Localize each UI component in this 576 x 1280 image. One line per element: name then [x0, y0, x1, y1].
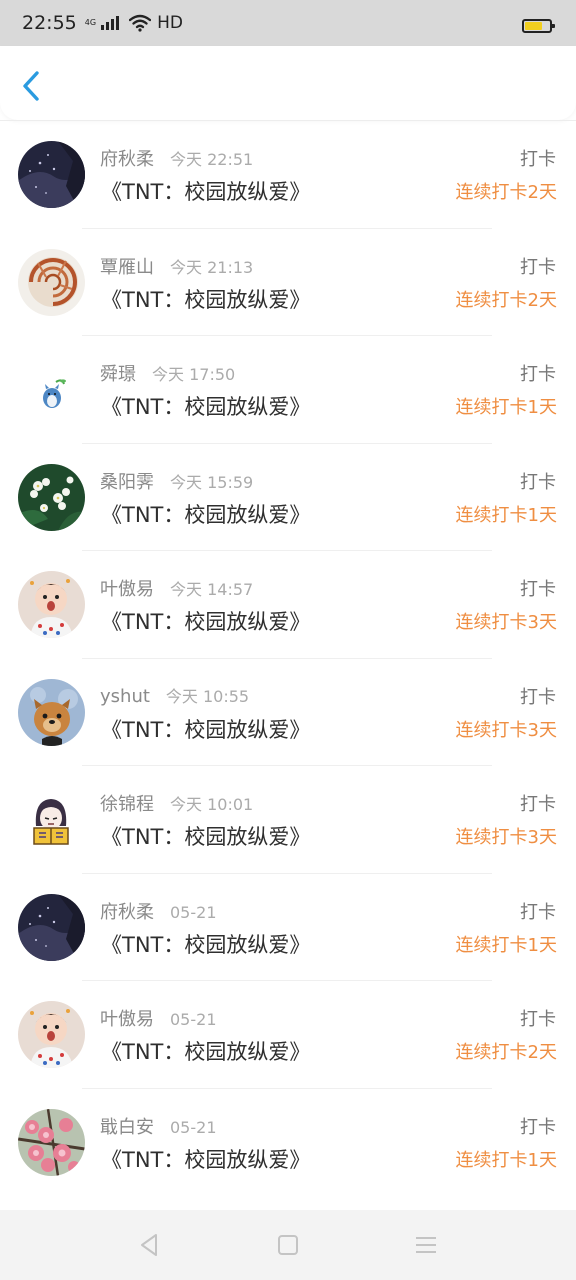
checkin-label: 打卡 [520, 1009, 556, 1030]
status-icons: 4G HD [85, 13, 183, 33]
streak-label: 连续打卡3天 [455, 719, 557, 741]
book-title[interactable]: 《TNT：校园放纵爱》 [101, 714, 310, 744]
nav-menu-button[interactable] [412, 1231, 440, 1259]
baby-avatar[interactable] [18, 571, 85, 638]
wifi-icon [129, 14, 152, 32]
checkin-label: 打卡 [520, 901, 556, 923]
checkin-row[interactable]: yshut 今天 10:55 《TNT：校园放纵爱》 打卡 连续打卡3天 [0, 659, 576, 767]
checkin-time: 05-21 [170, 1010, 217, 1029]
streak-label: 连续打卡2天 [455, 289, 557, 311]
book-title[interactable]: 《TNT：校园放纵爱》 [101, 391, 310, 421]
user-name[interactable]: 府秋柔 [100, 145, 154, 171]
triangle-back-icon [141, 1234, 157, 1256]
dark-night-avatar[interactable] [18, 893, 85, 961]
checkin-row[interactable]: 戢白安 05-21 《TNT：校园放纵爱》 打卡 连续打卡1天 [0, 1089, 576, 1197]
checkin-row[interactable]: 覃雁山 今天 21:13 《TNT：校园放纵爱》 打卡 连续打卡2天 [0, 229, 576, 337]
nav-home-button[interactable] [274, 1231, 302, 1259]
checkin-row[interactable]: 府秋柔 今天 22:51 《TNT：校园放纵爱》 打卡 连续打卡2天 [0, 121, 576, 229]
checkin-label: 打卡 [520, 1116, 556, 1138]
checkin-label: 打卡 [520, 579, 556, 600]
checkin-row[interactable]: 桑阳霁 今天 15:59 《TNT：校园放纵爱》 打卡 连续打卡1天 [0, 444, 576, 552]
checkin-row[interactable]: 府秋柔 05-21 《TNT：校园放纵爱》 打卡 连续打卡1天 [0, 874, 576, 982]
system-nav-bar [0, 1210, 576, 1280]
book-title[interactable]: 《TNT：校园放纵爱》 [101, 1144, 310, 1174]
user-name[interactable]: 叶傲易 [100, 1005, 154, 1031]
streak-label: 连续打卡1天 [455, 934, 557, 956]
white-flowers-avatar[interactable] [18, 463, 85, 531]
dark-night-avatar[interactable] [18, 141, 85, 208]
puppy-avatar[interactable] [18, 678, 85, 746]
book-title[interactable]: 《TNT：校园放纵爱》 [101, 606, 310, 636]
checkin-label: 打卡 [520, 794, 556, 815]
checkin-list: 府秋柔 今天 22:51 《TNT：校园放纵爱》 打卡 连续打卡2天 覃雁山 今天 … [0, 120, 576, 1196]
streak-label: 连续打卡1天 [455, 1149, 557, 1171]
checkin-time: 今天 10:01 [170, 795, 254, 814]
status-time: 22:55 [22, 12, 77, 34]
streak-label: 连续打卡2天 [455, 1042, 557, 1063]
square-home-icon [278, 1235, 298, 1255]
book-title[interactable]: 《TNT：校园放纵爱》 [101, 821, 310, 851]
checkin-time: 今天 15:59 [170, 472, 254, 492]
book-title[interactable]: 《TNT：校园放纵爱》 [101, 176, 310, 206]
user-name[interactable]: 桑阳霁 [100, 468, 154, 494]
signal-icon [101, 16, 120, 30]
checkin-time: 今天 10:55 [165, 686, 250, 706]
back-button[interactable] [18, 68, 48, 104]
checkin-label: 打卡 [520, 364, 556, 385]
checkin-time: 今天 22:51 [170, 150, 254, 169]
book-title[interactable]: 《TNT：校园放纵爱》 [101, 284, 310, 314]
checkin-label: 打卡 [520, 149, 556, 170]
battery-icon [522, 19, 555, 33]
book-title[interactable]: 《TNT：校园放纵爱》 [101, 1036, 310, 1066]
streak-label: 连续打卡1天 [455, 504, 557, 526]
checkin-label: 打卡 [520, 686, 556, 708]
streak-label: 连续打卡2天 [455, 182, 557, 203]
streak-label: 连续打卡3天 [455, 612, 557, 633]
user-name[interactable]: 府秋柔 [100, 898, 154, 924]
hd-indicator: HD [157, 13, 183, 33]
checkin-row[interactable]: 叶傲易 05-21 《TNT：校园放纵爱》 打卡 连续打卡2天 [0, 981, 576, 1089]
cartoon-reader-avatar[interactable] [18, 786, 85, 853]
header [0, 46, 576, 120]
network-type: 4G [84, 18, 97, 27]
checkin-label: 打卡 [520, 256, 556, 278]
nav-back-button[interactable] [136, 1231, 164, 1259]
user-name[interactable]: 覃雁山 [100, 253, 154, 279]
chevron-left-icon [23, 71, 39, 101]
book-title[interactable]: 《TNT：校园放纵爱》 [101, 499, 310, 529]
checkin-label: 打卡 [520, 471, 556, 493]
totoro-avatar[interactable] [18, 356, 85, 423]
checkin-row[interactable]: 叶傲易 今天 14:57 《TNT：校园放纵爱》 打卡 连续打卡3天 [0, 551, 576, 659]
checkin-time: 05-21 [170, 1117, 217, 1137]
book-title[interactable]: 《TNT：校园放纵爱》 [101, 929, 310, 959]
status-bar: 22:55 4G HD [0, 0, 576, 46]
user-name[interactable]: 叶傲易 [100, 575, 154, 601]
user-name[interactable]: 舜璟 [100, 360, 136, 386]
nautilus-shell-avatar[interactable] [18, 248, 85, 316]
user-name[interactable]: yshut [100, 686, 150, 707]
streak-label: 连续打卡3天 [455, 827, 557, 848]
checkin-time: 今天 21:13 [170, 257, 254, 277]
checkin-time: 05-21 [170, 902, 217, 922]
baby-avatar[interactable] [18, 1001, 85, 1068]
user-name[interactable]: 戢白安 [100, 1113, 154, 1139]
checkin-time: 今天 14:57 [170, 580, 254, 599]
streak-label: 连续打卡1天 [455, 397, 557, 418]
checkin-time: 今天 17:50 [152, 365, 236, 384]
menu-lines-icon [416, 1237, 436, 1253]
checkin-row[interactable]: 徐锦程 今天 10:01 《TNT：校园放纵爱》 打卡 连续打卡3天 [0, 766, 576, 874]
peach-blossom-avatar[interactable] [18, 1108, 85, 1176]
user-name[interactable]: 徐锦程 [100, 790, 154, 816]
checkin-row[interactable]: 舜璟 今天 17:50 《TNT：校园放纵爱》 打卡 连续打卡1天 [0, 336, 576, 444]
